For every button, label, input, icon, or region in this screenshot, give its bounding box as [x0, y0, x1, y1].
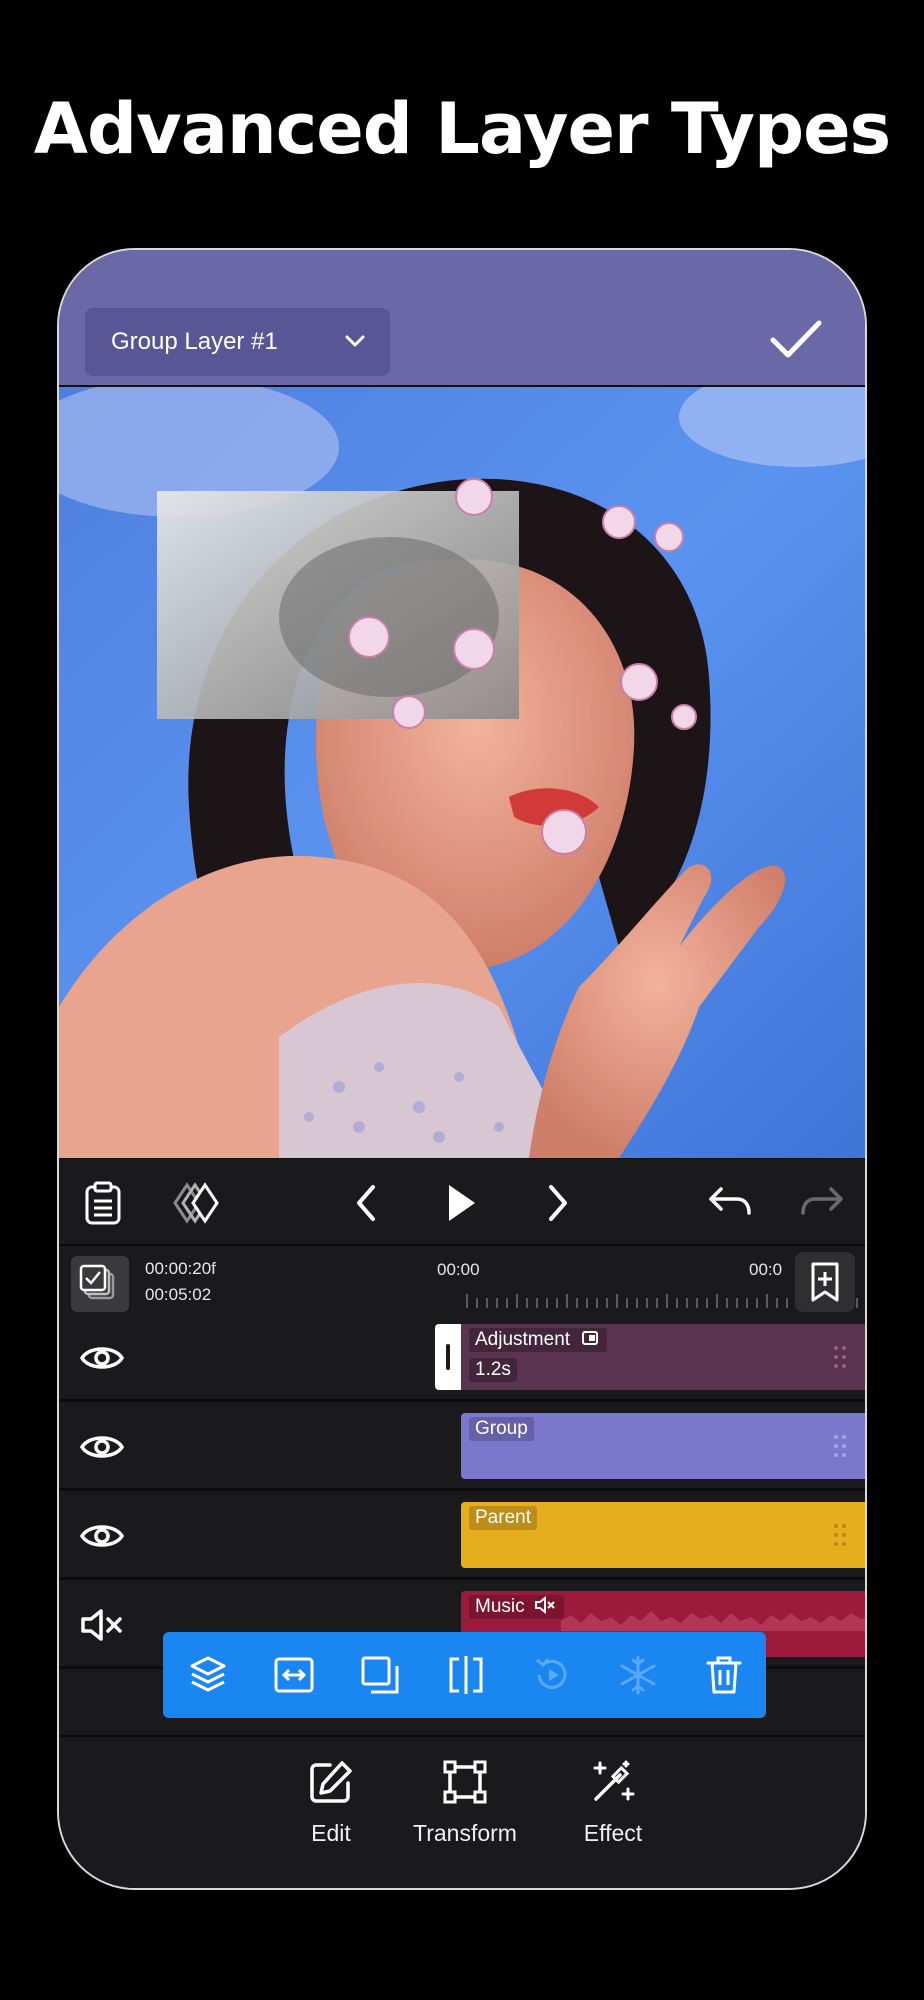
- layer-stack-icon[interactable]: [187, 1654, 229, 1696]
- track-group: Group: [59, 1405, 865, 1491]
- add-bookmark-button[interactable]: [795, 1252, 855, 1312]
- drag-grip-icon[interactable]: [833, 1344, 847, 1370]
- next-icon[interactable]: [543, 1181, 573, 1225]
- clip-label-group: Group: [469, 1417, 534, 1441]
- multi-select-icon: [79, 1264, 115, 1300]
- eye-icon[interactable]: [79, 1429, 125, 1465]
- clip-label-parent: Parent: [469, 1506, 537, 1530]
- edit-icon: [310, 1761, 352, 1803]
- editor-top-bar: Group Layer #1: [59, 250, 865, 387]
- layer-selector-dropdown[interactable]: Group Layer #1: [85, 308, 390, 376]
- clip-action-toolbar: [163, 1632, 766, 1718]
- previous-icon[interactable]: [351, 1181, 381, 1225]
- eye-icon[interactable]: [79, 1340, 125, 1376]
- trim-handle[interactable]: [435, 1324, 461, 1390]
- multi-select-button[interactable]: [71, 1256, 129, 1312]
- effect-tool-button[interactable]: Effect: [563, 1759, 663, 1847]
- effect-wand-icon: [593, 1760, 635, 1801]
- play-icon[interactable]: [443, 1181, 479, 1225]
- preview-image: [59, 387, 865, 1158]
- transform-icon: [443, 1760, 487, 1804]
- bottom-tools: Edit Transform Effect: [59, 1735, 865, 1888]
- transform-tool-label: Transform: [413, 1820, 517, 1846]
- redo-icon[interactable]: [799, 1181, 845, 1225]
- edit-tool-button[interactable]: Edit: [281, 1759, 381, 1847]
- bookmark-plus-icon: [811, 1262, 839, 1302]
- current-timecode: 00:00:20f: [145, 1259, 216, 1278]
- clip-label-adjustment: Adjustment: [469, 1328, 608, 1352]
- eye-icon[interactable]: [79, 1518, 125, 1554]
- clip-adjustment[interactable]: Adjustment 1.2s: [435, 1324, 865, 1390]
- playback-bar: [59, 1158, 865, 1246]
- timeline-header: 00:00:20f 00:05:02 00:00 00:0: [59, 1246, 865, 1316]
- effect-tool-label: Effect: [583, 1820, 643, 1846]
- checkmark-icon[interactable]: [769, 318, 823, 360]
- page-headline: Advanced Layer Types: [33, 88, 891, 170]
- layer-selector-label: Group Layer #1: [111, 328, 278, 355]
- track-parent: Parent: [59, 1494, 865, 1580]
- drag-grip-icon[interactable]: [833, 1522, 847, 1548]
- undo-icon[interactable]: [707, 1181, 753, 1225]
- ruler-start-label: 00:00: [437, 1260, 480, 1279]
- ruler-next-label: 00:0: [749, 1260, 783, 1279]
- track-adjustment: Adjustment 1.2s: [59, 1316, 865, 1402]
- edit-tool-label: Edit: [311, 1820, 351, 1846]
- keyframe-icon[interactable]: [171, 1181, 225, 1225]
- video-preview[interactable]: [59, 387, 865, 1158]
- fit-width-icon[interactable]: [273, 1654, 315, 1696]
- mute-icon[interactable]: [79, 1607, 125, 1643]
- clip-label-music: Music: [469, 1595, 564, 1619]
- transform-tool-button[interactable]: Transform: [395, 1759, 535, 1847]
- total-duration: 00:05:02: [145, 1285, 212, 1304]
- phone-frame: Group Layer #1 00:00:20f 00:05:02 00:00 …: [57, 248, 867, 1890]
- muted-speaker-icon: [534, 1595, 555, 1615]
- drag-grip-icon[interactable]: [833, 1433, 847, 1459]
- reset-icon[interactable]: [531, 1654, 573, 1696]
- trash-icon[interactable]: [703, 1654, 745, 1696]
- clipboard-icon[interactable]: [83, 1181, 123, 1225]
- clip-group[interactable]: Group: [461, 1413, 865, 1479]
- duplicate-icon[interactable]: [359, 1654, 401, 1696]
- clip-parent[interactable]: Parent: [461, 1502, 865, 1568]
- chevron-down-icon: [345, 335, 365, 347]
- split-icon[interactable]: [445, 1654, 487, 1696]
- adjustment-layer-icon: [582, 1331, 599, 1345]
- clip-duration: 1.2s: [469, 1358, 517, 1382]
- freeze-icon[interactable]: [617, 1654, 659, 1696]
